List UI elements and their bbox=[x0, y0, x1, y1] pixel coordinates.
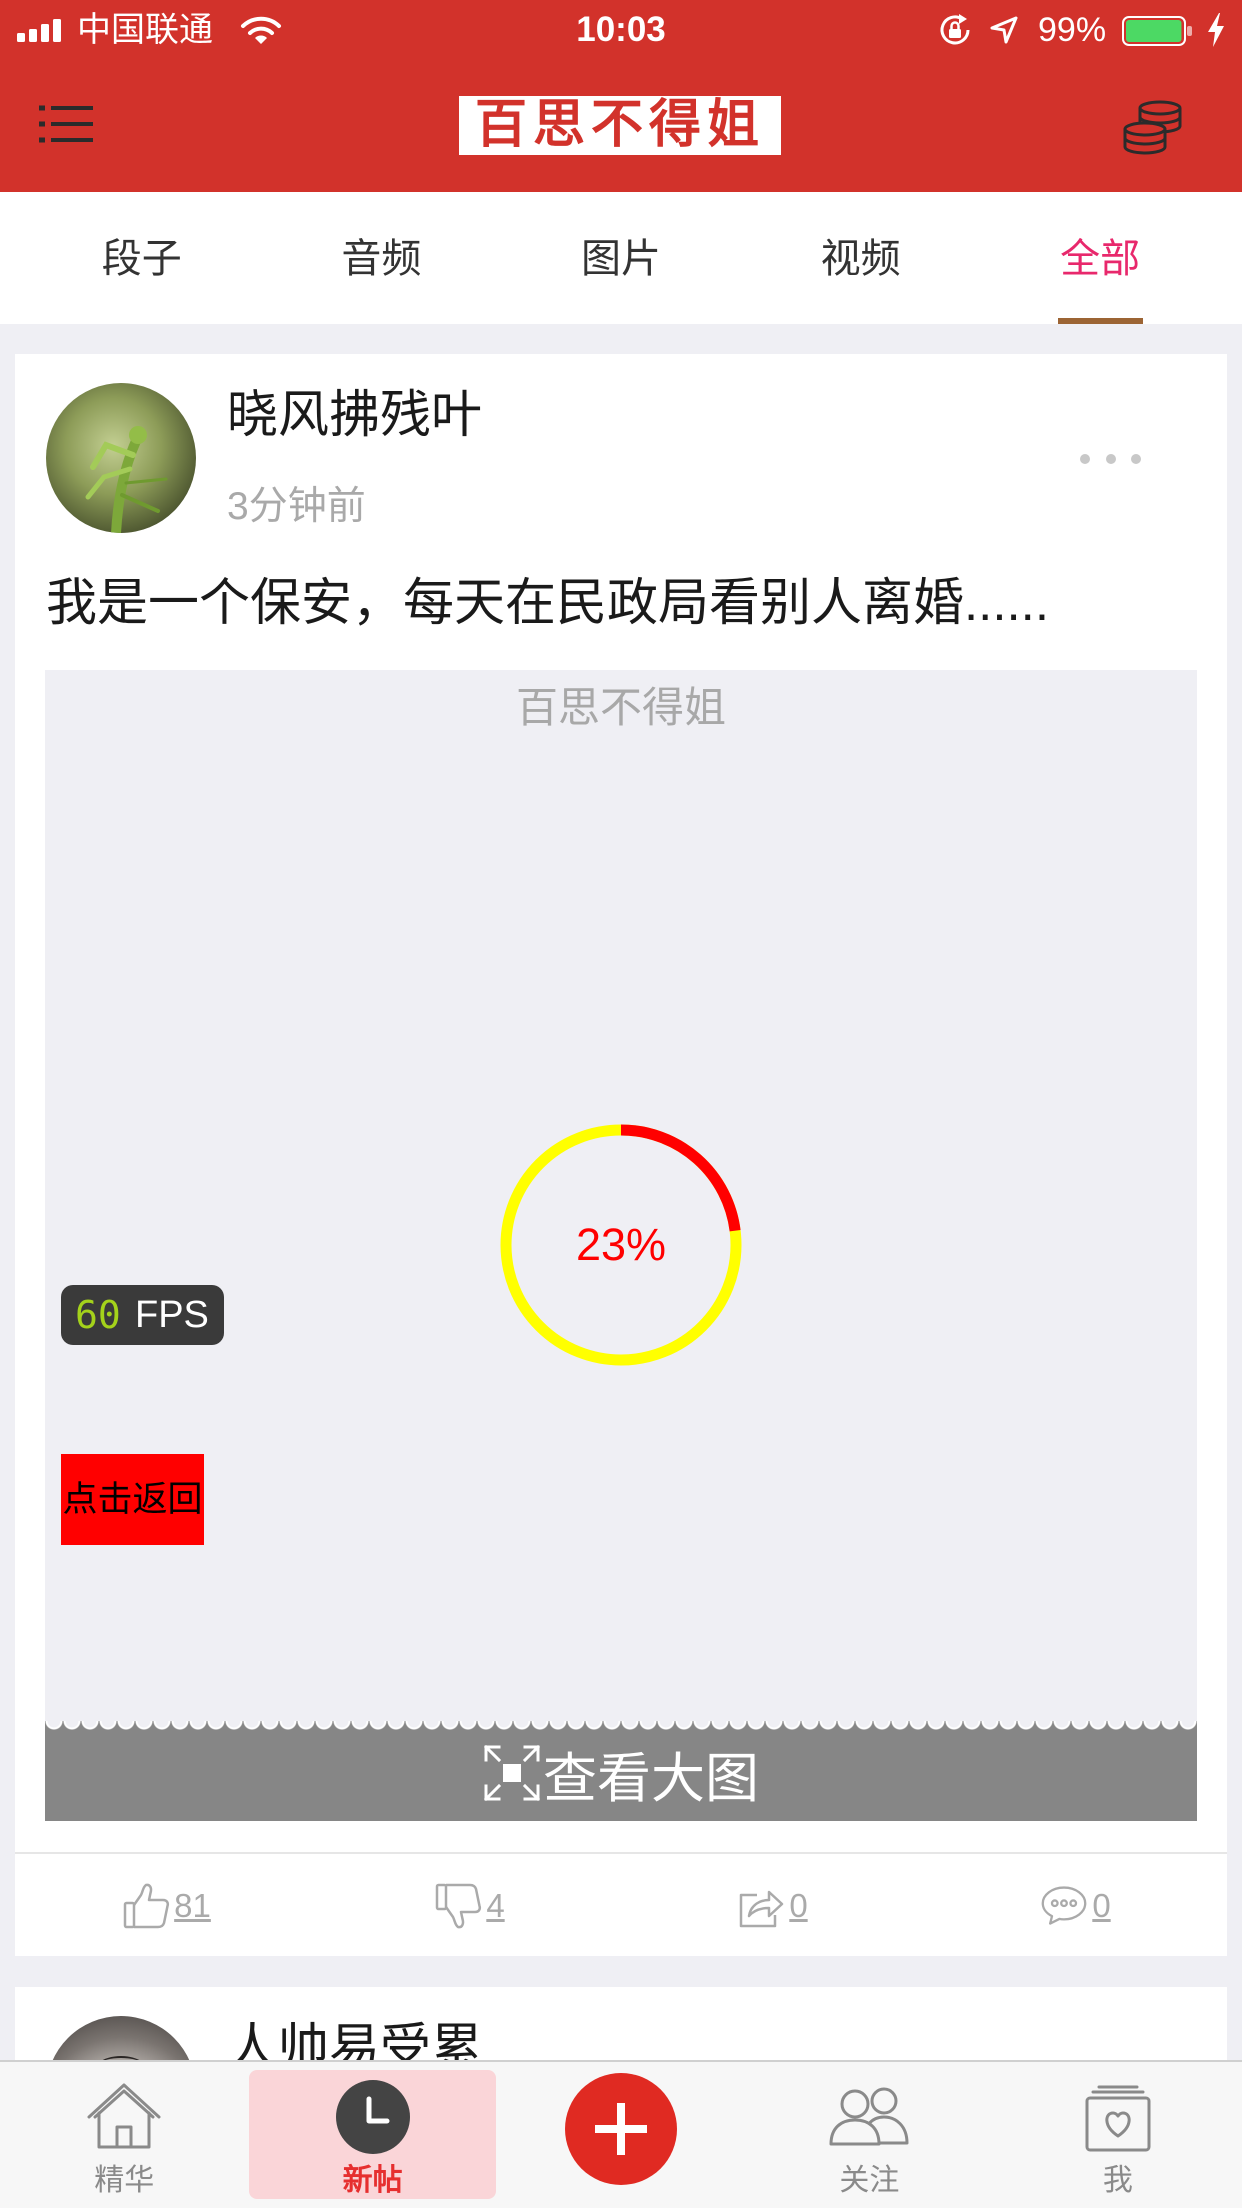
tab-pictures[interactable]: 图片 bbox=[501, 192, 741, 324]
tabbar-item-essence[interactable]: 精华 bbox=[0, 2062, 248, 2208]
tabbar-item-publish[interactable] bbox=[497, 2062, 745, 2208]
battery-icon bbox=[1122, 16, 1192, 46]
progress-percent: 23% bbox=[575, 1219, 667, 1270]
dislike-count: 4 bbox=[486, 1887, 505, 1924]
share-button[interactable]: 0 bbox=[621, 1856, 924, 1956]
expand-icon bbox=[483, 1744, 541, 1802]
tab-label: 全部 bbox=[1060, 237, 1141, 281]
clock-time: 10:03 bbox=[576, 10, 666, 49]
tabbar-label: 关注 bbox=[839, 2164, 900, 2197]
friends-icon bbox=[829, 2087, 909, 2146]
tabbar-label: 精华 bbox=[94, 2164, 155, 2197]
bottom-tab-bar: 精华 新帖 关注 我 bbox=[0, 2060, 1242, 2208]
home-icon bbox=[87, 2083, 161, 2149]
tab-jokes[interactable]: 段子 bbox=[22, 192, 262, 324]
fps-value: 60 bbox=[75, 1293, 121, 1337]
comment-count: 0 bbox=[1092, 1887, 1111, 1924]
coins-icon[interactable] bbox=[1122, 99, 1183, 155]
post-actions: 81 4 0 0 bbox=[15, 1856, 1227, 1956]
tabbar-item-me[interactable]: 我 bbox=[994, 2062, 1242, 2208]
image-placeholder-watermark: 百思不得姐 bbox=[515, 684, 726, 731]
like-button[interactable]: 81 bbox=[15, 1856, 318, 1956]
fps-monitor: 60 FPS bbox=[61, 1285, 224, 1345]
like-count: 81 bbox=[174, 1887, 211, 1924]
thumbs-down-icon bbox=[436, 1883, 482, 1929]
post-image[interactable]: 百思不得姐 23% 查看大图 bbox=[45, 670, 1197, 1821]
rotation-lock-icon bbox=[940, 14, 970, 45]
share-icon bbox=[740, 1890, 784, 1928]
post-text[interactable]: 我是一个保安，每天在民政局看别人离婚...... bbox=[46, 571, 1206, 635]
divider bbox=[15, 1852, 1227, 1854]
signal-icon bbox=[17, 19, 61, 42]
comment-button[interactable]: 0 bbox=[924, 1856, 1227, 1956]
category-tabs: 段子 音频 图片 视频 全部 bbox=[0, 192, 1242, 324]
status-bar: 中国联通 10:03 99% bbox=[0, 0, 1242, 60]
wave-edge bbox=[45, 1721, 1197, 1731]
tabbar-label: 我 bbox=[1102, 2164, 1133, 2197]
tab-label: 视频 bbox=[820, 237, 901, 281]
plus-icon[interactable] bbox=[565, 2073, 678, 2185]
dislike-button[interactable]: 4 bbox=[318, 1856, 621, 1956]
tab-all[interactable]: 全部 bbox=[980, 192, 1220, 324]
location-icon bbox=[990, 16, 1018, 44]
tab-label: 音频 bbox=[341, 237, 422, 281]
tab-videos[interactable]: 视频 bbox=[741, 192, 981, 324]
author-name[interactable]: 晓风拂残叶 bbox=[227, 385, 482, 445]
view-full-label: 查看大图 bbox=[543, 1748, 759, 1809]
app-screen: 中国联通 10:03 99% 百思不得姐 段子 音频 图片 视频 全部 晓风拂残… bbox=[0, 0, 1242, 2208]
battery-percent: 99% bbox=[1038, 11, 1107, 49]
back-button[interactable]: 点击返回 bbox=[61, 1454, 204, 1545]
wifi-icon bbox=[241, 16, 281, 44]
more-icon[interactable] bbox=[1077, 450, 1145, 468]
post-card: 晓风拂残叶 3分钟前 我是一个保安，每天在民政局看别人离婚...... 百思不得… bbox=[15, 354, 1227, 1956]
view-full-image-button[interactable]: 查看大图 bbox=[45, 1721, 1197, 1821]
comment-icon bbox=[1041, 1886, 1087, 1925]
header: 中国联通 10:03 99% 百思不得姐 bbox=[0, 0, 1242, 192]
avatar[interactable] bbox=[46, 383, 196, 533]
tabbar-item-new-posts[interactable]: 新帖 bbox=[248, 2062, 496, 2208]
tab-audio[interactable]: 音频 bbox=[262, 192, 502, 324]
carrier-name: 中国联通 bbox=[77, 11, 213, 49]
share-count: 0 bbox=[789, 1887, 808, 1924]
app-logo: 百思不得姐 bbox=[459, 96, 781, 155]
tab-indicator bbox=[1058, 318, 1144, 324]
tab-label: 图片 bbox=[580, 237, 661, 281]
profile-icon bbox=[1085, 2085, 1151, 2152]
tab-label: 段子 bbox=[101, 237, 182, 281]
thumbs-up-icon bbox=[123, 1883, 170, 1929]
list-menu-icon[interactable] bbox=[39, 103, 93, 145]
post-time: 3分钟前 bbox=[227, 485, 366, 528]
fps-unit: FPS bbox=[135, 1294, 209, 1336]
tabbar-item-follow[interactable]: 关注 bbox=[745, 2062, 993, 2208]
charging-icon bbox=[1208, 13, 1224, 47]
tabbar-label: 新帖 bbox=[342, 2164, 403, 2197]
clock-icon bbox=[335, 2080, 410, 2154]
avatar-image bbox=[85, 426, 168, 533]
